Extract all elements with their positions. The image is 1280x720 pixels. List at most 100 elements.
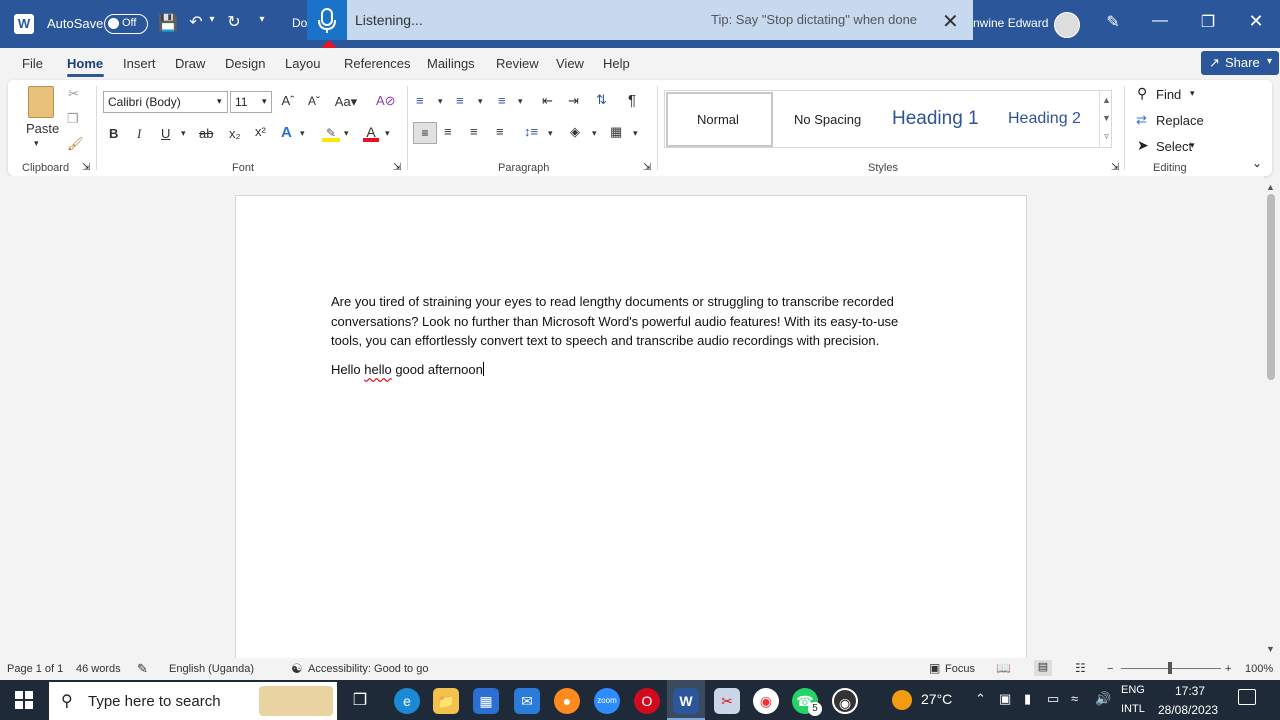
- store-icon[interactable]: ▦: [473, 688, 499, 714]
- bold-icon[interactable]: B: [109, 126, 118, 141]
- copy-icon[interactable]: ❐: [67, 111, 79, 127]
- subscript-icon[interactable]: x₂: [229, 126, 241, 141]
- dictation-mic-button[interactable]: [307, 0, 347, 40]
- borders-icon[interactable]: ▦: [610, 124, 622, 140]
- minimize-icon[interactable]: —: [1150, 12, 1170, 30]
- tab-references[interactable]: References: [344, 56, 410, 71]
- customize-toolbar-icon[interactable]: ▾: [256, 14, 268, 25]
- weather-temperature[interactable]: 27°C: [921, 691, 952, 707]
- select-icon[interactable]: ➤: [1137, 137, 1149, 154]
- clear-formatting-icon[interactable]: A⊘: [376, 93, 396, 109]
- taskbar-search-box[interactable]: ⚲ Type here to search: [49, 682, 337, 720]
- accessibility-status[interactable]: Accessibility: Good to go: [308, 663, 428, 675]
- undo-icon[interactable]: ↶: [186, 12, 206, 32]
- styles-scroll[interactable]: ▲ ▼ ▿: [1099, 91, 1113, 148]
- paste-button[interactable]: Paste: [26, 121, 59, 136]
- scrollbar-thumb[interactable]: [1267, 194, 1275, 380]
- italic-icon[interactable]: I: [137, 126, 141, 142]
- decrease-indent-icon[interactable]: ⇤: [542, 93, 553, 109]
- font-launcher-icon[interactable]: ⇲: [393, 162, 401, 173]
- text-effects-dropdown-icon[interactable]: ▾: [300, 128, 305, 139]
- replace-button[interactable]: Replace: [1156, 113, 1204, 128]
- superscript-icon[interactable]: x²: [255, 124, 266, 139]
- font-name-dropdown-icon[interactable]: ▾: [217, 96, 222, 107]
- increase-indent-icon[interactable]: ⇥: [568, 93, 579, 109]
- show-hidden-icons[interactable]: ⌃: [975, 691, 986, 707]
- tab-view[interactable]: View: [556, 56, 584, 71]
- find-icon[interactable]: ⚲: [1137, 85, 1147, 102]
- scroll-up-icon[interactable]: ▲: [1266, 182, 1275, 192]
- styles-launcher-icon[interactable]: ⇲: [1111, 162, 1119, 173]
- snipping-tool-icon[interactable]: ✂: [714, 688, 740, 714]
- zoom-icon[interactable]: zoom: [594, 688, 620, 714]
- multilevel-dropdown-icon[interactable]: ▾: [518, 96, 523, 107]
- language-bottom[interactable]: INTL: [1121, 703, 1145, 715]
- document-page[interactable]: [235, 195, 1027, 665]
- format-painter-icon[interactable]: 🖌: [67, 136, 84, 152]
- word-count[interactable]: 46 words: [76, 663, 121, 675]
- clipboard-launcher-icon[interactable]: ⇲: [82, 162, 90, 173]
- restore-icon[interactable]: ❐: [1198, 12, 1218, 32]
- bullets-dropdown-icon[interactable]: ▾: [438, 96, 443, 107]
- clock-time[interactable]: 17:37: [1175, 684, 1205, 698]
- file-explorer-icon[interactable]: 📁: [433, 688, 459, 714]
- volume-icon[interactable]: 🔊: [1095, 691, 1111, 707]
- share-button[interactable]: ↗ Share ▾: [1201, 51, 1279, 75]
- mail-icon[interactable]: ✉: [514, 688, 540, 714]
- meet-now-icon[interactable]: ▣: [999, 691, 1011, 707]
- read-mode-icon[interactable]: 📖: [996, 661, 1011, 675]
- tab-home[interactable]: Home: [67, 56, 103, 71]
- weather-icon[interactable]: [892, 690, 912, 710]
- underline-icon[interactable]: U: [161, 126, 170, 141]
- save-icon[interactable]: 💾: [158, 13, 178, 33]
- redo-icon[interactable]: ↻: [224, 12, 244, 32]
- font-color-dropdown-icon[interactable]: ▾: [385, 128, 390, 139]
- language-status[interactable]: English (Uganda): [169, 663, 254, 675]
- dictation-close-icon[interactable]: ✕: [942, 9, 959, 34]
- select-dropdown-icon[interactable]: ▾: [1190, 140, 1195, 151]
- avatar[interactable]: [1054, 12, 1080, 38]
- undo-dropdown-icon[interactable]: ▾: [207, 14, 217, 25]
- task-view-icon[interactable]: ❒: [347, 688, 373, 714]
- edge-icon[interactable]: e: [394, 688, 420, 714]
- font-size-dropdown-icon[interactable]: ▾: [262, 96, 267, 107]
- select-button[interactable]: Select: [1156, 139, 1192, 154]
- document-line[interactable]: Hello hello good afternoon: [331, 360, 931, 380]
- zoom-out-icon[interactable]: −: [1107, 663, 1113, 675]
- text-effects-icon[interactable]: A: [281, 124, 292, 141]
- numbering-dropdown-icon[interactable]: ▾: [478, 96, 483, 107]
- print-layout-icon[interactable]: ▤: [1034, 660, 1052, 676]
- tab-review[interactable]: Review: [496, 56, 539, 71]
- language-top[interactable]: ENG: [1121, 684, 1145, 696]
- align-right-icon[interactable]: ≡: [470, 124, 478, 139]
- align-left-icon[interactable]: ≡: [413, 122, 437, 144]
- bullets-icon[interactable]: ≡: [416, 93, 424, 108]
- font-color-icon[interactable]: A: [363, 124, 379, 142]
- highlight-icon[interactable]: ✎: [322, 126, 340, 142]
- windows-start-icon[interactable]: [14, 690, 34, 710]
- firefox-icon[interactable]: ●: [554, 688, 580, 714]
- battery-icon[interactable]: ▮: [1024, 691, 1031, 707]
- numbering-icon[interactable]: ≡: [456, 93, 464, 108]
- scroll-down-icon[interactable]: ▼: [1266, 644, 1275, 654]
- collapse-ribbon-icon[interactable]: ⌄: [1252, 156, 1262, 170]
- web-layout-icon[interactable]: ☷: [1075, 661, 1086, 675]
- zoom-level[interactable]: 100%: [1245, 663, 1273, 675]
- tab-layout[interactable]: Layou: [285, 56, 320, 71]
- align-center-icon[interactable]: ≡: [444, 124, 452, 139]
- zoom-slider-thumb[interactable]: [1168, 662, 1172, 674]
- tab-design[interactable]: Design: [225, 56, 265, 71]
- find-dropdown-icon[interactable]: ▾: [1190, 88, 1195, 99]
- show-formatting-marks-icon[interactable]: ¶: [628, 92, 636, 109]
- borders-dropdown-icon[interactable]: ▾: [633, 128, 638, 139]
- clock-date[interactable]: 28/08/2023: [1158, 703, 1218, 717]
- opera-icon[interactable]: O: [634, 688, 660, 714]
- sort-icon[interactable]: ⇅: [596, 92, 607, 108]
- font-name-select[interactable]: Calibri (Body): [103, 91, 228, 113]
- grow-font-icon[interactable]: Aˆ: [279, 93, 297, 108]
- multilevel-list-icon[interactable]: ≡: [498, 93, 506, 108]
- notifications-icon[interactable]: [1238, 689, 1256, 705]
- document-paragraph[interactable]: Are you tired of straining your eyes to …: [331, 292, 931, 351]
- style-no-spacing[interactable]: No Spacing: [794, 112, 861, 127]
- shading-dropdown-icon[interactable]: ▾: [592, 128, 597, 139]
